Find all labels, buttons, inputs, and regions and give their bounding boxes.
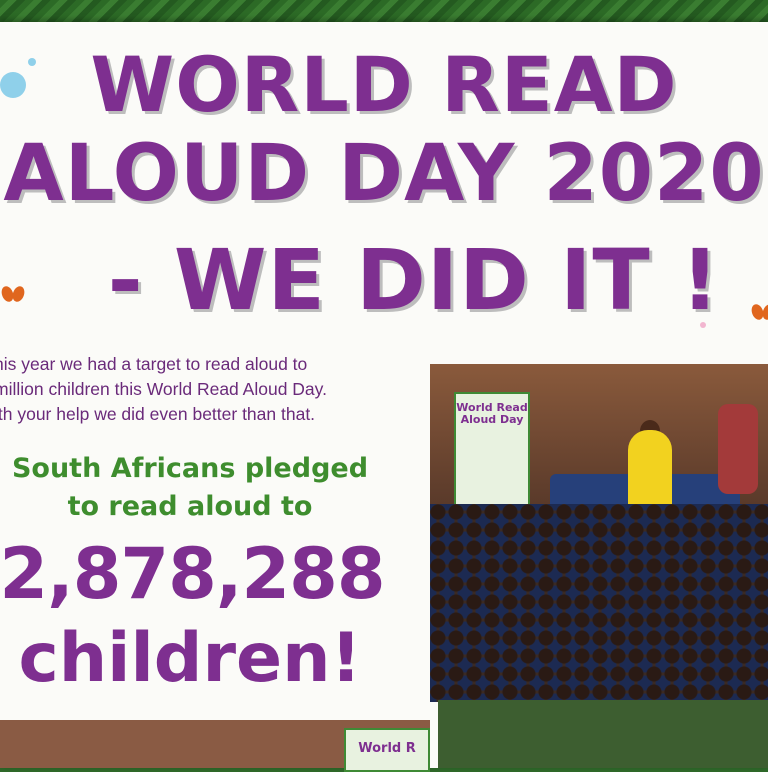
event-banner: World Read Aloud Day bbox=[454, 392, 530, 514]
pledge-panel: his year we had a target to read aloud t… bbox=[0, 338, 418, 738]
bottom-banner: World R bbox=[344, 728, 430, 772]
intro-line: his year we had a target to read aloud t… bbox=[0, 354, 308, 374]
event-banner-title: World Read Aloud Day bbox=[456, 401, 528, 426]
children-label: children! bbox=[18, 619, 362, 698]
intro-line: million children this World Read Aloud D… bbox=[0, 379, 327, 399]
butterfly-icon bbox=[2, 284, 24, 304]
pledge-line: South Africans pledged bbox=[11, 453, 369, 484]
headline-line-1: WORLD READ bbox=[90, 40, 678, 129]
event-photo: World Read Aloud Day bbox=[430, 364, 768, 702]
headline-line-2: ALOUD DAY 2020 bbox=[3, 129, 765, 219]
children-count: 2,878,288 bbox=[0, 533, 386, 615]
headline-line-3: - WE DID IT ! bbox=[107, 231, 721, 329]
photographer-figure bbox=[718, 404, 758, 494]
pledge-line: to read aloud to bbox=[67, 491, 313, 522]
pledge-text: South Africans pledged to read aloud to bbox=[0, 450, 380, 526]
intro-text: his year we had a target to read aloud t… bbox=[0, 352, 414, 427]
children-crowd bbox=[430, 504, 768, 702]
outdoor-photo bbox=[438, 700, 768, 768]
intro-line: ith your help we did even better than th… bbox=[0, 404, 316, 424]
